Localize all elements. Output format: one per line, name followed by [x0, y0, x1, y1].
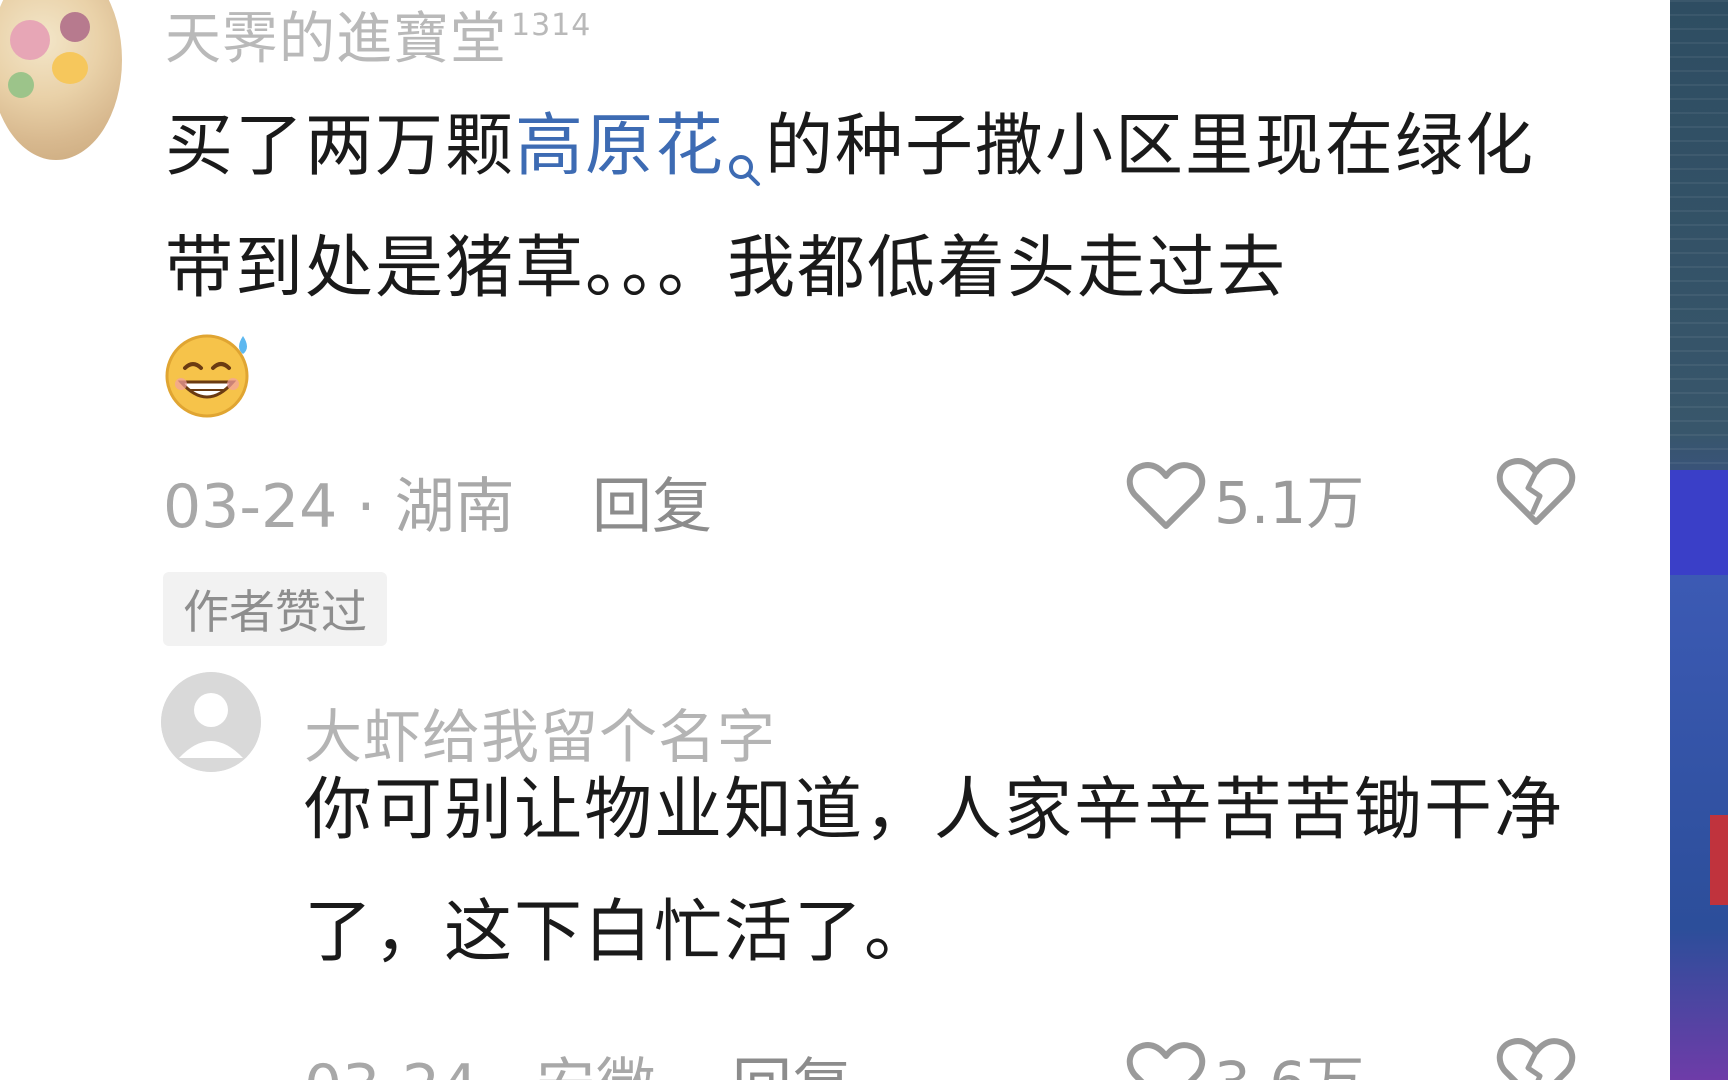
like-button[interactable]: 3.6万	[1126, 1036, 1364, 1080]
comment-text: 你可别让物业知道，人家辛辛苦苦锄干净了，这下白忙活了。	[304, 771, 1565, 972]
comment-username[interactable]: 天霁的進寶堂 1314	[165, 0, 591, 75]
sweat-grin-emoji	[163, 330, 255, 420]
author-liked-badge: 作者赞过	[163, 572, 387, 646]
broken-heart-icon	[1496, 458, 1576, 532]
avatar[interactable]	[0, 0, 122, 160]
avatar[interactable]	[161, 672, 261, 772]
comment-panel: 天霁的進寶堂 1314 买了两万颗高原花 的种子撒小区里现在绿化带到处是猪草。。。我…	[0, 0, 1670, 1080]
search-link[interactable]: 高原花	[515, 107, 765, 186]
comment-date-location: 03-24 · 安徽	[304, 1038, 656, 1080]
like-count: 3.6万	[1214, 1036, 1364, 1080]
username-badge-number: 1314	[511, 8, 592, 43]
dislike-button[interactable]	[1496, 1036, 1576, 1080]
like-count: 5.1万	[1214, 469, 1365, 537]
reply-button[interactable]: 回复	[592, 458, 712, 545]
reply-button[interactable]: 回复	[732, 1038, 852, 1080]
comment-date-location: 03-24 · 湖南	[163, 472, 515, 542]
heart-icon	[1126, 1040, 1206, 1080]
like-button[interactable]: 5.1万	[1126, 456, 1364, 540]
dislike-button[interactable]	[1496, 456, 1576, 532]
heart-icon	[1126, 460, 1206, 536]
background-video-strip	[1670, 0, 1728, 1080]
comment-text: 买了两万颗高原花 的种子撒小区里现在绿化带到处是猪草。。。我都低着头走过去	[165, 107, 1536, 308]
search-icon[interactable]	[725, 108, 765, 186]
